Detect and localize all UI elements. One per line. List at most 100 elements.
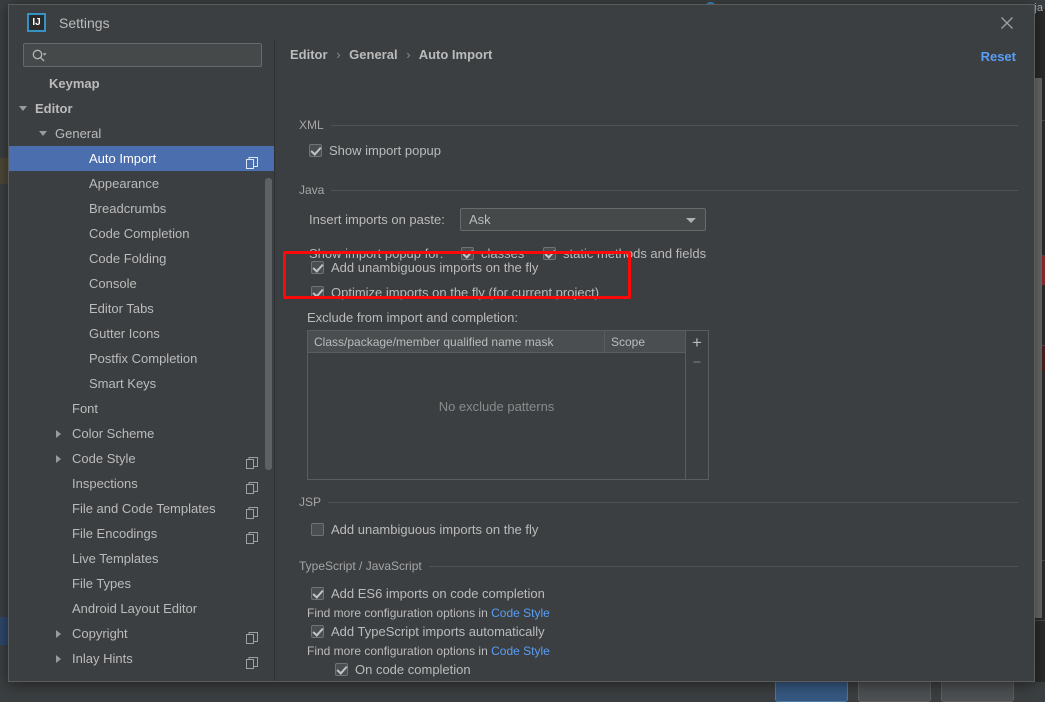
sidebar-item-console[interactable]: Console bbox=[9, 271, 274, 296]
sidebar-item-label: Keymap bbox=[49, 71, 100, 96]
java-classes-row[interactable]: classes bbox=[461, 246, 524, 261]
java-optimize-imports-checkbox[interactable] bbox=[311, 286, 324, 299]
ts-auto-imports-checkbox[interactable] bbox=[311, 625, 324, 638]
settings-sidebar: KeymapEditorGeneralAuto ImportAppearance… bbox=[9, 39, 275, 681]
sidebar-scrollbar-thumb[interactable] bbox=[265, 178, 272, 470]
sidebar-item-label: File Types bbox=[72, 571, 131, 596]
copy-settings-icon[interactable] bbox=[246, 152, 258, 164]
chevron-right-icon[interactable] bbox=[56, 455, 61, 463]
sidebar-item-inspections[interactable]: Inspections bbox=[9, 471, 274, 496]
java-optimize-imports-row[interactable]: Optimize imports on the fly (for current… bbox=[311, 285, 599, 300]
copy-settings-icon[interactable] bbox=[246, 502, 258, 514]
sidebar-item-label: Font bbox=[72, 396, 98, 421]
sidebar-item-label: File Encodings bbox=[72, 521, 157, 546]
sidebar-item-label: Inspections bbox=[72, 471, 138, 496]
jsp-add-unambiguous-checkbox[interactable] bbox=[311, 523, 324, 536]
java-static-methods-row[interactable]: static methods and fields bbox=[543, 246, 706, 261]
java-add-unambiguous-row[interactable]: Add unambiguous imports on the fly bbox=[311, 260, 538, 275]
chevron-right-icon[interactable] bbox=[56, 630, 61, 638]
sidebar-item-gutter-icons[interactable]: Gutter Icons bbox=[9, 321, 274, 346]
breadcrumb-auto-import: Auto Import bbox=[419, 47, 493, 62]
jsp-add-unambiguous-row[interactable]: Add unambiguous imports on the fly bbox=[311, 522, 538, 537]
sidebar-item-postfix-completion[interactable]: Postfix Completion bbox=[9, 346, 274, 371]
search-box[interactable] bbox=[23, 43, 262, 67]
exclude-table: Class/package/member qualified name mask… bbox=[307, 330, 709, 480]
java-add-unambiguous-checkbox[interactable] bbox=[311, 261, 324, 274]
reset-link[interactable]: Reset bbox=[981, 49, 1016, 64]
sidebar-item-code-folding[interactable]: Code Folding bbox=[9, 246, 274, 271]
chevron-down-icon[interactable] bbox=[39, 131, 47, 140]
sidebar-item-general[interactable]: General bbox=[9, 121, 274, 146]
sidebar-item-font[interactable]: Font bbox=[9, 396, 274, 421]
java-classes-checkbox[interactable] bbox=[461, 247, 474, 260]
sidebar-item-keymap[interactable]: Keymap bbox=[9, 71, 274, 96]
close-icon[interactable] bbox=[998, 14, 1016, 32]
intellij-logo-icon: IJ bbox=[27, 13, 46, 32]
chevron-right-icon[interactable] bbox=[56, 430, 61, 438]
chevron-right-icon[interactable] bbox=[56, 655, 61, 663]
sidebar-item-smart-keys[interactable]: Smart Keys bbox=[9, 371, 274, 396]
sidebar-item-color-scheme[interactable]: Color Scheme bbox=[9, 421, 274, 446]
sidebar-item-label: File and Code Templates bbox=[72, 496, 216, 521]
xml-show-import-popup-label: Show import popup bbox=[329, 143, 441, 158]
section-java-title: Java bbox=[299, 183, 331, 197]
ts-on-code-completion-row[interactable]: On code completion bbox=[335, 662, 471, 677]
sidebar-item-file-types[interactable]: File Types bbox=[9, 571, 274, 596]
java-static-methods-checkbox[interactable] bbox=[543, 247, 556, 260]
remove-pattern-button[interactable]: − bbox=[693, 353, 702, 373]
section-xml-title: XML bbox=[299, 118, 331, 132]
sidebar-item-file-and-code-templates[interactable]: File and Code Templates bbox=[9, 496, 274, 521]
section-ts-header: TypeScript / JavaScript bbox=[299, 559, 1034, 573]
intellij-logo-text: IJ bbox=[32, 18, 40, 28]
settings-content: Editor › General › Auto Import Reset XML… bbox=[275, 39, 1034, 681]
sidebar-item-breadcrumbs[interactable]: Breadcrumbs bbox=[9, 196, 274, 221]
copy-settings-icon[interactable] bbox=[246, 477, 258, 489]
settings-tree[interactable]: KeymapEditorGeneralAuto ImportAppearance… bbox=[9, 71, 274, 681]
sidebar-item-appearance[interactable]: Appearance bbox=[9, 171, 274, 196]
ts-auto-imports-row[interactable]: Add TypeScript imports automatically bbox=[311, 624, 545, 639]
sidebar-item-code-completion[interactable]: Code Completion bbox=[9, 221, 274, 246]
exclude-table-header-mask[interactable]: Class/package/member qualified name mask bbox=[308, 331, 605, 352]
breadcrumb-separator-2: › bbox=[401, 47, 415, 62]
insert-imports-label: Insert imports on paste: bbox=[309, 212, 445, 227]
java-static-methods-label: static methods and fields bbox=[563, 246, 706, 261]
ts-es6-hint: Find more configuration options in Code … bbox=[307, 606, 550, 620]
insert-imports-on-paste-value: Ask bbox=[461, 212, 491, 227]
xml-show-import-popup-row[interactable]: Show import popup bbox=[309, 143, 441, 158]
sidebar-item-label: Android Layout Editor bbox=[72, 596, 197, 621]
ts-es6-hint-link[interactable]: Code Style bbox=[491, 606, 550, 620]
sidebar-item-label: General bbox=[55, 121, 101, 146]
ts-auto-imports-hint-link[interactable]: Code Style bbox=[491, 644, 550, 658]
sidebar-item-label: Console bbox=[89, 271, 137, 296]
copy-settings-icon[interactable] bbox=[246, 627, 258, 639]
sidebar-item-auto-import[interactable]: Auto Import bbox=[9, 146, 274, 171]
breadcrumb-separator-1: › bbox=[331, 47, 345, 62]
sidebar-item-live-templates[interactable]: Live Templates bbox=[9, 546, 274, 571]
sidebar-item-editor-tabs[interactable]: Editor Tabs bbox=[9, 296, 274, 321]
settings-dialog: IJ Settings KeymapEditorGeneral bbox=[8, 4, 1035, 682]
insert-imports-on-paste-select[interactable]: Ask bbox=[460, 208, 706, 231]
ts-es6-row[interactable]: Add ES6 imports on code completion bbox=[311, 586, 545, 601]
ts-on-code-completion-checkbox[interactable] bbox=[335, 663, 348, 676]
chevron-down-icon[interactable] bbox=[19, 106, 27, 115]
breadcrumb-editor[interactable]: Editor bbox=[290, 47, 328, 62]
sidebar-item-code-style[interactable]: Code Style bbox=[9, 446, 274, 471]
search-input[interactable] bbox=[52, 44, 257, 66]
breadcrumb-general[interactable]: General bbox=[349, 47, 397, 62]
sidebar-item-copyright[interactable]: Copyright bbox=[9, 621, 274, 646]
ts-es6-checkbox[interactable] bbox=[311, 587, 324, 600]
sidebar-item-editor[interactable]: Editor bbox=[9, 96, 274, 121]
add-pattern-button[interactable]: + bbox=[692, 333, 702, 353]
sidebar-item-android-layout-editor[interactable]: Android Layout Editor bbox=[9, 596, 274, 621]
java-add-unambiguous-label: Add unambiguous imports on the fly bbox=[331, 260, 538, 275]
copy-settings-icon[interactable] bbox=[246, 452, 258, 464]
sidebar-item-inlay-hints[interactable]: Inlay Hints bbox=[9, 646, 274, 671]
xml-show-import-popup-checkbox[interactable] bbox=[309, 144, 322, 157]
exclude-table-header-scope[interactable]: Scope bbox=[605, 331, 685, 352]
copy-settings-icon[interactable] bbox=[246, 527, 258, 539]
sidebar-item-label: Auto Import bbox=[89, 146, 156, 171]
sidebar-item-label: Editor bbox=[35, 96, 73, 121]
exclude-table-body[interactable]: No exclude patterns bbox=[308, 353, 685, 479]
sidebar-item-file-encodings[interactable]: File Encodings bbox=[9, 521, 274, 546]
copy-settings-icon[interactable] bbox=[246, 652, 258, 664]
